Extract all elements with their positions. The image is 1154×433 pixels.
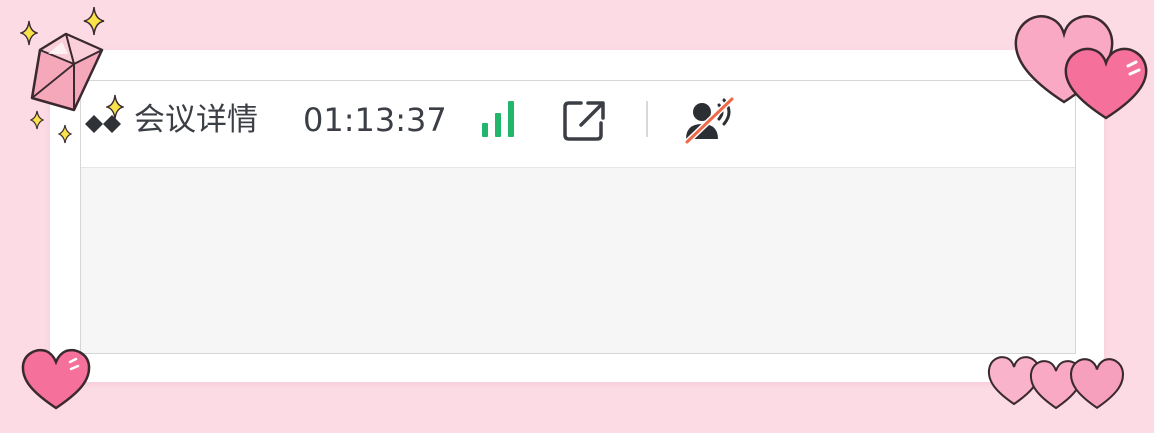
external-link-icon[interactable] [561,97,607,143]
meeting-toolbar: 会议详情 01:13:37 [81,81,1075,168]
speaker-muted-user-icon[interactable] [682,95,736,145]
sparkle-icon [83,6,105,36]
app-logo-icon [85,115,121,133]
meeting-timer: 01:13:37 [303,101,447,139]
meeting-details-title[interactable]: 会议详情 [134,100,258,140]
network-signal-icon[interactable] [479,99,519,139]
toolbar-divider [646,101,648,137]
sparkle-icon [30,110,44,130]
meeting-window: 会议详情 01:13:37 [80,80,1076,354]
sparkle-icon [20,20,38,46]
